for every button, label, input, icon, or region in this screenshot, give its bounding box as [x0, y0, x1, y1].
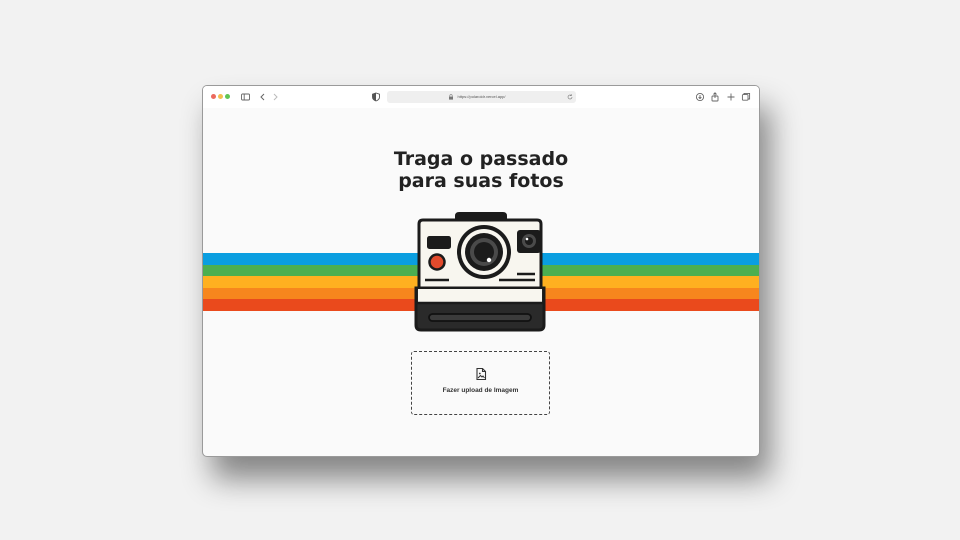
shield-icon[interactable]: [370, 91, 382, 103]
hero-title: Traga o passado para suas fotos: [203, 148, 759, 192]
hero-title-line1: Traga o passado: [393, 148, 569, 170]
image-file-icon: [476, 367, 487, 381]
share-icon[interactable]: [709, 91, 721, 103]
upload-image-button[interactable]: Fazer upload de Imagem: [411, 351, 550, 415]
sidebar-icon[interactable]: [240, 91, 252, 103]
forward-icon[interactable]: [269, 91, 281, 103]
minimize-window-button[interactable]: [218, 94, 223, 99]
browser-window: https://polaroidr.vercel.app/ Traga o pa…: [202, 85, 760, 457]
tabs-overview-icon[interactable]: [740, 91, 752, 103]
close-window-button[interactable]: [211, 94, 216, 99]
zoom-window-button[interactable]: [225, 94, 230, 99]
download-icon[interactable]: [694, 91, 706, 103]
hero-title-line2: para suas fotos: [398, 170, 564, 192]
reload-icon[interactable]: [566, 93, 574, 101]
url-text: https://polaroidr.vercel.app/: [457, 94, 506, 99]
new-tab-icon[interactable]: [725, 91, 737, 103]
polaroid-camera-icon: [414, 212, 546, 332]
page-content: Traga o passado para suas fotos Fazer up…: [203, 108, 759, 456]
upload-label: Fazer upload de Imagem: [442, 387, 519, 394]
back-icon[interactable]: [257, 91, 269, 103]
address-bar[interactable]: https://polaroidr.vercel.app/: [387, 91, 576, 103]
browser-toolbar: https://polaroidr.vercel.app/: [203, 86, 759, 108]
